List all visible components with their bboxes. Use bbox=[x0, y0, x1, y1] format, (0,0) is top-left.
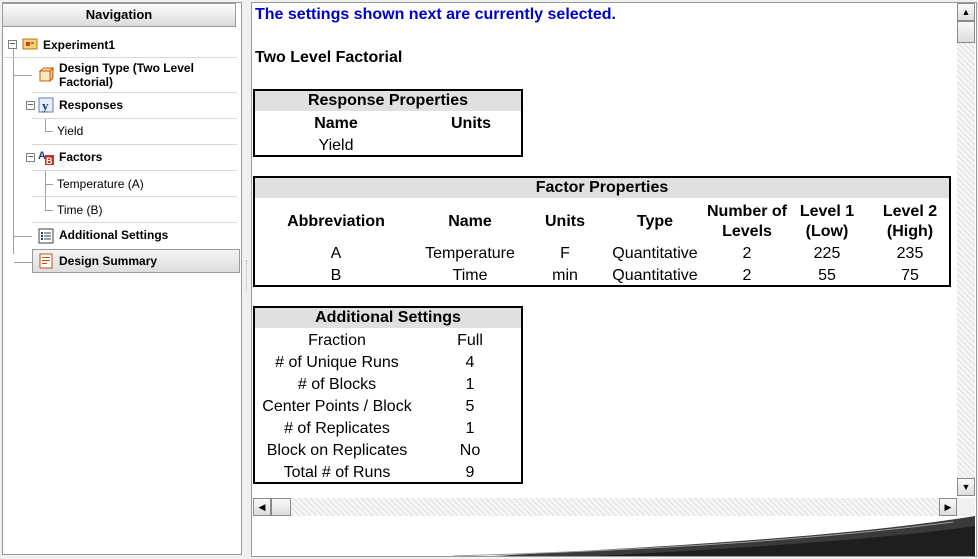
scrollbar-corner bbox=[957, 498, 975, 516]
tree-item-design-type[interactable]: Design Type (Two Level Factorial) bbox=[59, 61, 229, 89]
setting-label: Total # of Runs bbox=[283, 464, 391, 481]
setting-value: 1 bbox=[465, 420, 475, 437]
column-header-units: Units bbox=[451, 115, 491, 132]
tree-item-temperature[interactable]: Temperature (A) bbox=[57, 177, 144, 191]
expand-minus-icon[interactable]: – bbox=[26, 101, 35, 110]
column-header-level-1-low: Level 1 (Low) bbox=[799, 203, 855, 240]
factor-b-units: min bbox=[552, 267, 578, 284]
experiment-icon bbox=[22, 38, 38, 50]
column-header-number-of-levels: Number of Levels bbox=[707, 203, 787, 240]
settings-list-icon bbox=[38, 228, 54, 244]
factor-b-type: Quantitative bbox=[612, 267, 698, 284]
column-header-type: Type bbox=[636, 213, 674, 230]
factor-a-name: Temperature bbox=[425, 245, 515, 262]
factor-a-type: Quantitative bbox=[612, 245, 698, 262]
additional-settings-title: Additional Settings bbox=[255, 308, 521, 328]
column-header-level-2-high: Level 2 (High) bbox=[882, 203, 938, 240]
setting-label: # of Unique Runs bbox=[275, 354, 399, 371]
factor-b-level-2: 75 bbox=[901, 267, 919, 284]
design-type-icon bbox=[38, 67, 54, 83]
response-properties-title: Response Properties bbox=[255, 91, 521, 111]
factor-a-level-1: 225 bbox=[813, 245, 841, 262]
tree-item-responses[interactable]: Responses bbox=[59, 98, 123, 112]
expand-minus-icon[interactable]: – bbox=[26, 153, 35, 162]
horizontal-scroll-thumb[interactable] bbox=[271, 498, 291, 516]
scroll-right-arrow-icon[interactable]: ▶ bbox=[939, 498, 957, 516]
navigation-header: Navigation bbox=[2, 3, 236, 27]
scroll-up-arrow-icon[interactable]: ▲ bbox=[957, 3, 975, 21]
column-header-units: Units bbox=[545, 213, 585, 230]
svg-text:y: y bbox=[42, 98, 49, 113]
setting-value: 1 bbox=[465, 376, 475, 393]
factor-b-abbreviation: B bbox=[330, 267, 342, 284]
factor-a-abbreviation: A bbox=[330, 245, 342, 262]
setting-label: # of Blocks bbox=[297, 376, 377, 393]
factor-properties-title: Factor Properties bbox=[255, 178, 949, 198]
setting-label: Center Points / Block bbox=[262, 398, 412, 415]
responses-icon: y bbox=[38, 97, 54, 113]
selection-headline: The settings shown next are currently se… bbox=[255, 6, 616, 23]
scroll-left-arrow-icon[interactable]: ◀ bbox=[253, 498, 271, 516]
factor-a-levels: 2 bbox=[742, 245, 752, 262]
tree-item-experiment[interactable]: Experiment1 bbox=[43, 38, 115, 52]
tree-item-factors[interactable]: Factors bbox=[59, 150, 102, 164]
factor-b-levels: 2 bbox=[742, 267, 752, 284]
setting-value: Full bbox=[457, 332, 483, 349]
decorative-swoosh bbox=[452, 516, 975, 556]
vertical-scrollbar[interactable] bbox=[957, 3, 975, 496]
setting-label: # of Replicates bbox=[284, 420, 390, 437]
svg-text:A: A bbox=[38, 150, 46, 162]
tree-item-yield[interactable]: Yield bbox=[57, 124, 83, 138]
splitter-grip bbox=[246, 260, 249, 290]
factor-a-units: F bbox=[560, 245, 570, 262]
factor-b-level-1: 55 bbox=[818, 267, 836, 284]
horizontal-scrollbar[interactable] bbox=[253, 498, 957, 516]
setting-value: 5 bbox=[465, 398, 475, 415]
factors-icon: A B bbox=[38, 150, 54, 165]
response-properties-table: Response Properties Name Units Yield bbox=[253, 89, 523, 157]
factor-b-name: Time bbox=[452, 267, 488, 284]
response-name-cell: Yield bbox=[318, 137, 354, 154]
vertical-scroll-thumb[interactable] bbox=[957, 21, 975, 43]
tree-item-time[interactable]: Time (B) bbox=[57, 203, 103, 217]
expand-minus-icon[interactable]: – bbox=[8, 40, 17, 49]
design-summary-icon bbox=[39, 253, 53, 269]
setting-label: Fraction bbox=[308, 332, 366, 349]
factor-properties-table: Factor Properties Abbreviation Name Unit… bbox=[253, 176, 951, 287]
scroll-down-arrow-icon[interactable]: ▼ bbox=[957, 478, 975, 496]
additional-settings-table: Additional Settings Fraction Full # of U… bbox=[253, 306, 523, 484]
column-header-name: Name bbox=[314, 115, 358, 132]
column-header-abbreviation: Abbreviation bbox=[287, 213, 385, 230]
tree-item-additional-settings[interactable]: Additional Settings bbox=[59, 228, 168, 242]
tree-item-design-summary-label[interactable]: Design Summary bbox=[59, 254, 157, 268]
setting-value: 9 bbox=[465, 464, 475, 481]
setting-value: 4 bbox=[465, 354, 475, 371]
setting-value: No bbox=[459, 442, 481, 459]
factor-a-level-2: 235 bbox=[896, 245, 924, 262]
design-type-title: Two Level Factorial bbox=[255, 49, 403, 66]
svg-text:B: B bbox=[46, 156, 53, 165]
setting-label: Block on Replicates bbox=[266, 442, 408, 459]
column-header-name: Name bbox=[448, 213, 492, 230]
